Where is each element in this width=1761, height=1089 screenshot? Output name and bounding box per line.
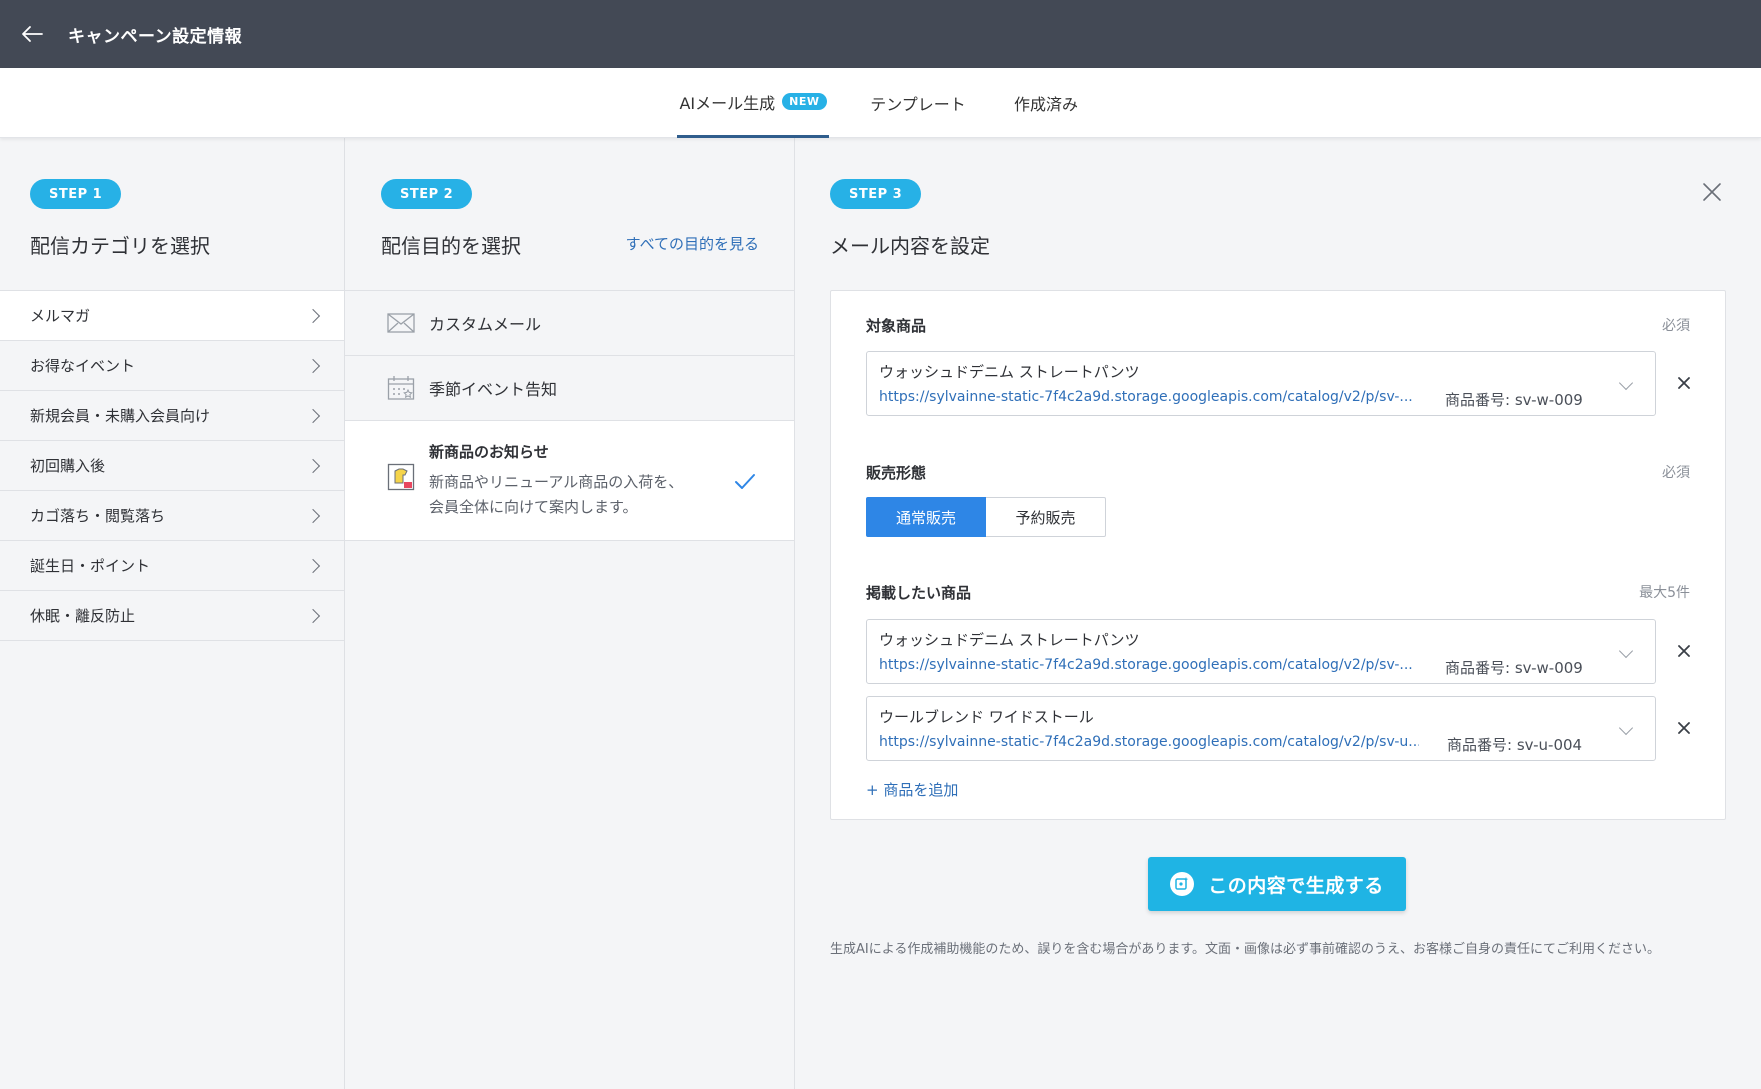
chevron-down-icon bbox=[1618, 643, 1634, 659]
step3-panel: STEP 3 メール内容を設定 対象商品 必須 ウォッシュドデニム ストレートパ… bbox=[795, 138, 1761, 1089]
envelope-icon bbox=[385, 307, 417, 339]
ai-disclaimer: 生成AIによる作成補助機能のため、誤りを含む場合があります。文面・画像は必ず事前… bbox=[830, 942, 1661, 957]
product-code: 商品番号: sv-w-009 bbox=[1445, 391, 1583, 409]
chevron-down-icon bbox=[1618, 720, 1634, 736]
purpose-description-line: 新商品やリニューアル商品の入荷を、 bbox=[429, 473, 684, 491]
required-tag: 必須 bbox=[1662, 465, 1690, 481]
purpose-description: 新商品やリニューアル商品の入荷を、 会員全体に向けて案内します。 bbox=[429, 470, 699, 520]
category-label: 休眠・離反防止 bbox=[30, 607, 136, 625]
purpose-description-line: 会員全体に向けて案内します。 bbox=[429, 498, 638, 516]
tab-bar: AIメール生成 NEW テンプレート 作成済み bbox=[0, 68, 1761, 138]
add-product-link[interactable]: + 商品を追加 bbox=[866, 779, 958, 800]
view-all-purposes-link[interactable]: すべての目的を見る bbox=[626, 233, 759, 254]
purpose-label: 季節イベント告知 bbox=[429, 380, 558, 399]
tab-ai-mail-label: AIメール生成 bbox=[679, 93, 776, 113]
check-icon bbox=[734, 473, 756, 495]
product-name: ウールブレンド ワイドストール bbox=[879, 708, 1094, 726]
target-product-select[interactable]: ウォッシュドデニム ストレートパンツ https://sylvainne-sta… bbox=[866, 351, 1656, 416]
purpose-item-seasonal-event[interactable]: 季節イベント告知 bbox=[345, 356, 794, 421]
chevron-right-icon bbox=[305, 408, 321, 423]
calendar-icon bbox=[385, 372, 417, 404]
chevron-down-icon bbox=[1618, 375, 1634, 391]
ai-generate-icon bbox=[1170, 872, 1195, 896]
step3-heading: メール内容を設定 bbox=[830, 234, 990, 258]
product-url[interactable]: https://sylvainne-static-7f4c2a9d.storag… bbox=[879, 657, 1419, 673]
purpose-item-new-product[interactable]: 新商品のお知らせ 新商品やリニューアル商品の入荷を、 会員全体に向けて案内します… bbox=[345, 421, 794, 541]
featured-products-label: 掲載したい商品 bbox=[866, 584, 972, 602]
category-label: カゴ落ち・閲覧落ち bbox=[30, 507, 166, 525]
featured-product-select[interactable]: ウールブレンド ワイドストール https://sylvainne-static… bbox=[866, 696, 1656, 761]
sales-type-preorder-button[interactable]: 予約販売 bbox=[986, 497, 1106, 537]
page-title: キャンペーン設定情報 bbox=[68, 26, 243, 47]
target-product-label: 対象商品 bbox=[866, 317, 927, 335]
chevron-right-icon bbox=[305, 508, 321, 523]
purpose-list: カスタムメール 季節イベント告知 新商品のお知らせ 新商品やリニューアル商品の入… bbox=[345, 290, 794, 541]
sales-type-regular-button[interactable]: 通常販売 bbox=[866, 497, 986, 537]
close-icon[interactable] bbox=[1700, 180, 1724, 204]
category-item-cart-abandon[interactable]: カゴ落ち・閲覧落ち bbox=[0, 491, 344, 541]
step1-panel: STEP 1 配信カテゴリを選択 メルマガ お得なイベント 新規会員・未購入会員… bbox=[0, 138, 345, 1089]
chevron-right-icon bbox=[305, 358, 321, 373]
product-name: ウォッシュドデニム ストレートパンツ bbox=[879, 363, 1140, 381]
remove-featured-product-icon[interactable] bbox=[1675, 719, 1693, 737]
remove-target-product-icon[interactable] bbox=[1675, 374, 1693, 392]
step2-badge: STEP 2 bbox=[381, 179, 473, 209]
back-arrow-icon[interactable] bbox=[18, 20, 46, 48]
category-label: 新規会員・未購入会員向け bbox=[30, 407, 211, 425]
category-label: お得なイベント bbox=[30, 357, 136, 375]
chevron-right-icon bbox=[305, 308, 321, 323]
required-tag: 必須 bbox=[1662, 318, 1690, 334]
top-bar: キャンペーン設定情報 bbox=[0, 0, 1761, 68]
category-label: 誕生日・ポイント bbox=[30, 557, 151, 575]
step2-heading: 配信目的を選択 bbox=[381, 234, 521, 258]
category-item-first-purchase[interactable]: 初回購入後 bbox=[0, 441, 344, 491]
category-label: 初回購入後 bbox=[30, 457, 106, 475]
product-url[interactable]: https://sylvainne-static-7f4c2a9d.storag… bbox=[879, 389, 1419, 405]
category-label: メルマガ bbox=[30, 307, 91, 325]
step1-badge: STEP 1 bbox=[30, 179, 122, 209]
tab-ai-mail[interactable]: AIメール生成 NEW bbox=[677, 68, 829, 138]
mail-settings-card: 対象商品 必須 ウォッシュドデニム ストレートパンツ https://sylva… bbox=[830, 290, 1726, 820]
tab-template[interactable]: テンプレート bbox=[862, 68, 974, 138]
category-item-deals[interactable]: お得なイベント bbox=[0, 341, 344, 391]
category-item-dormant[interactable]: 休眠・離反防止 bbox=[0, 591, 344, 641]
featured-product-select[interactable]: ウォッシュドデニム ストレートパンツ https://sylvainne-sta… bbox=[866, 619, 1656, 684]
category-list: メルマガ お得なイベント 新規会員・未購入会員向け 初回購入後 カゴ落ち・閲覧落… bbox=[0, 290, 344, 641]
tab-created[interactable]: 作成済み bbox=[1008, 68, 1084, 138]
remove-featured-product-icon[interactable] bbox=[1675, 642, 1693, 660]
purpose-title: 新商品のお知らせ bbox=[429, 443, 549, 461]
new-badge: NEW bbox=[782, 93, 827, 110]
new-product-icon bbox=[385, 461, 417, 493]
sales-type-label: 販売形態 bbox=[866, 464, 927, 482]
step2-panel: STEP 2 配信目的を選択 すべての目的を見る カスタムメール 季節イベント告… bbox=[345, 138, 795, 1089]
product-code: 商品番号: sv-u-004 bbox=[1447, 736, 1583, 754]
generate-button[interactable]: この内容で生成する bbox=[1148, 857, 1406, 911]
chevron-right-icon bbox=[305, 558, 321, 573]
chevron-right-icon bbox=[305, 458, 321, 473]
step3-badge: STEP 3 bbox=[830, 179, 922, 209]
purpose-item-custom-mail[interactable]: カスタムメール bbox=[345, 291, 794, 356]
product-url[interactable]: https://sylvainne-static-7f4c2a9d.storag… bbox=[879, 734, 1419, 750]
purpose-label: カスタムメール bbox=[429, 315, 542, 334]
product-name: ウォッシュドデニム ストレートパンツ bbox=[879, 631, 1140, 649]
purpose-body: 新商品のお知らせ 新商品やリニューアル商品の入荷を、 会員全体に向けて案内します… bbox=[429, 441, 699, 520]
chevron-right-icon bbox=[305, 608, 321, 623]
step1-heading: 配信カテゴリを選択 bbox=[30, 234, 210, 258]
sales-type-toggle: 通常販売 予約販売 bbox=[866, 497, 1106, 537]
limit-tag: 最大5件 bbox=[1639, 585, 1690, 601]
product-code: 商品番号: sv-w-009 bbox=[1445, 659, 1583, 677]
category-item-birthday[interactable]: 誕生日・ポイント bbox=[0, 541, 344, 591]
generate-button-label: この内容で生成する bbox=[1208, 874, 1384, 897]
category-item-mailmag[interactable]: メルマガ bbox=[0, 291, 344, 341]
category-item-new-members[interactable]: 新規会員・未購入会員向け bbox=[0, 391, 344, 441]
